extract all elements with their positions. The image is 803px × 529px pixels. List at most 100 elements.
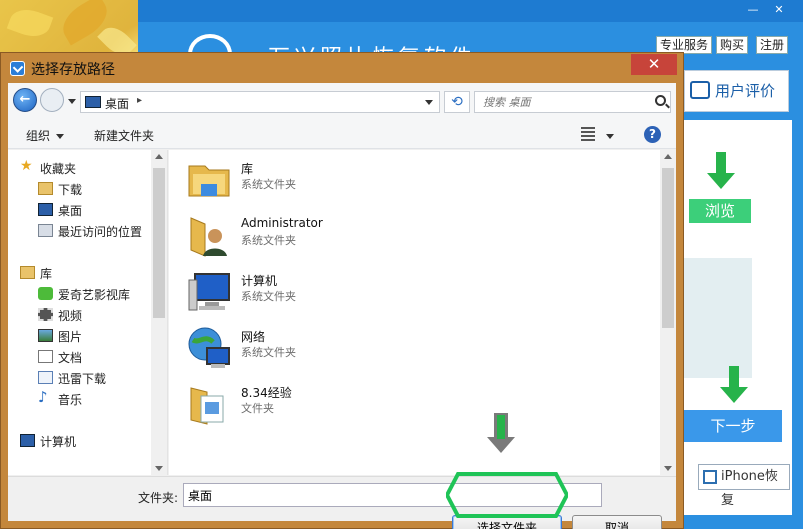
dialog-app-icon xyxy=(10,61,25,76)
file-name: 网络 xyxy=(241,330,266,344)
scroll-thumb[interactable] xyxy=(662,168,674,328)
thunder-download-icon xyxy=(38,371,53,384)
user-review-button[interactable]: 用户评价 xyxy=(684,70,789,112)
green-arrow-down-icon xyxy=(707,173,735,189)
app-titlebar: — ✕ xyxy=(138,0,803,22)
back-button[interactable]: ← xyxy=(13,88,37,112)
nav-item-label: 桌面 xyxy=(58,204,83,218)
nav-item-label: 下载 xyxy=(58,183,83,197)
desktop-icon xyxy=(38,203,53,216)
address-location[interactable]: 桌面 xyxy=(105,95,129,112)
music-note-icon: ♪ xyxy=(38,388,48,406)
command-toolbar: 组织 新建文件夹 ? xyxy=(8,121,676,149)
scroll-thumb[interactable] xyxy=(153,168,165,318)
file-name: 库 xyxy=(241,162,254,176)
network-icon xyxy=(187,326,231,370)
folder-icon xyxy=(187,382,231,426)
phone-icon xyxy=(703,470,717,484)
file-type: 系统文件夹 xyxy=(241,178,296,191)
library-folder-icon xyxy=(187,158,231,202)
scroll-down-icon[interactable] xyxy=(155,466,163,471)
annotation-arrow-shaft xyxy=(497,415,505,439)
folder-label: 文件夹: xyxy=(138,491,179,505)
app-close-button[interactable]: ✕ xyxy=(768,3,790,17)
browse-button[interactable]: 浏览 xyxy=(689,199,751,223)
chat-icon xyxy=(690,81,710,99)
list-item[interactable]: Administrator 系统文件夹 xyxy=(187,210,627,264)
register-button[interactable]: 注册 xyxy=(756,36,789,54)
nav-computer-label: 计算机 xyxy=(40,435,77,449)
nav-favorites-label: 收藏夹 xyxy=(40,162,77,176)
address-bar[interactable]: 桌面 ▸ xyxy=(80,91,440,113)
nav-libraries-label: 库 xyxy=(40,267,53,281)
dialog-titlebar[interactable]: 选择存放路径 ✕ xyxy=(1,53,683,83)
address-row: ← 桌面 ▸ ⟲ xyxy=(8,83,676,121)
file-type: 系统文件夹 xyxy=(241,290,296,303)
nav-item-label: 图片 xyxy=(58,330,83,344)
cancel-button[interactable]: 取消 xyxy=(572,515,662,529)
dialog-close-button[interactable]: ✕ xyxy=(631,54,677,75)
picture-icon xyxy=(38,329,53,342)
list-item[interactable]: 8.34经验 文件夹 xyxy=(187,378,627,432)
dialog-bottom-bar: 文件夹: 选择文件夹 取消 xyxy=(8,476,676,529)
file-list-scrollbar[interactable] xyxy=(660,150,676,475)
app-minimize-button[interactable]: — xyxy=(742,3,764,17)
file-name: 计算机 xyxy=(241,274,278,288)
computer-icon xyxy=(20,434,35,447)
search-icon[interactable] xyxy=(655,95,666,106)
star-icon: ★ xyxy=(20,158,33,174)
app-preview-area xyxy=(684,258,752,378)
address-dropdown-icon[interactable] xyxy=(425,100,433,105)
search-box[interactable] xyxy=(474,91,671,113)
nav-pane-scrollbar[interactable] xyxy=(151,150,167,475)
view-options-icon[interactable] xyxy=(581,127,599,141)
scroll-up-icon[interactable] xyxy=(664,154,672,159)
help-icon[interactable]: ? xyxy=(644,126,661,143)
organize-button[interactable]: 组织 xyxy=(26,127,65,144)
list-item[interactable]: 计算机 系统文件夹 xyxy=(187,266,627,320)
user-review-label: 用户评价 xyxy=(715,82,776,100)
library-icon xyxy=(20,266,35,279)
nav-item-label: 视频 xyxy=(58,309,83,323)
file-type: 系统文件夹 xyxy=(241,346,296,359)
search-input[interactable] xyxy=(475,92,645,112)
desktop-icon xyxy=(85,96,101,108)
select-path-dialog: 选择存放路径 ✕ ← 桌面 ▸ ⟲ 组织 新建文件夹 xyxy=(0,52,684,529)
video-icon xyxy=(38,308,53,321)
iphone-restore-button[interactable]: iPhone恢复 xyxy=(698,464,790,508)
file-name: 8.34经验 xyxy=(241,386,292,400)
nav-item-label: 音乐 xyxy=(58,393,83,407)
nav-item-label: 迅雷下载 xyxy=(58,372,107,386)
file-type: 文件夹 xyxy=(241,402,274,415)
file-list: 库 系统文件夹 Administrator 系统文件夹 计算机 系统文件夹 网络… xyxy=(169,150,676,475)
view-dropdown-icon[interactable] xyxy=(606,134,614,139)
computer-icon xyxy=(187,270,231,314)
nav-item-label: 最近访问的位置 xyxy=(58,225,143,239)
list-item[interactable]: 网络 系统文件夹 xyxy=(187,322,627,376)
next-step-button[interactable]: 下一步 xyxy=(684,410,782,442)
scroll-up-icon[interactable] xyxy=(155,154,163,159)
iqiyi-icon xyxy=(38,287,53,300)
list-item[interactable]: 库 系统文件夹 xyxy=(187,154,627,208)
organize-label: 组织 xyxy=(26,129,51,143)
forward-button[interactable] xyxy=(40,88,64,112)
document-icon xyxy=(38,350,53,363)
breadcrumb-chevron-icon[interactable]: ▸ xyxy=(137,95,142,106)
app-side-panel: 浏览 下一步 xyxy=(684,120,792,515)
recent-places-icon xyxy=(38,224,53,237)
download-folder-icon xyxy=(38,182,53,195)
recent-locations-dropdown[interactable] xyxy=(68,99,76,104)
scroll-down-icon[interactable] xyxy=(664,466,672,471)
user-folder-icon xyxy=(187,214,231,258)
dialog-client-area: ← 桌面 ▸ ⟲ 组织 新建文件夹 ? xyxy=(8,83,676,529)
green-arrow-shaft xyxy=(716,152,726,174)
dialog-title: 选择存放路径 xyxy=(31,62,115,78)
refresh-button[interactable]: ⟲ xyxy=(444,91,470,113)
new-folder-button[interactable]: 新建文件夹 xyxy=(94,127,154,144)
chevron-down-icon xyxy=(56,134,65,139)
navigation-pane: ★ 收藏夹 下载 桌面 最近访问的位置 库 爱奇艺影视库 视频 图片 文档 迅雷… xyxy=(8,150,168,475)
highlight-hexagon xyxy=(446,472,568,518)
nav-item-label: 爱奇艺影视库 xyxy=(58,288,131,302)
buy-button[interactable]: 购买 xyxy=(716,36,749,54)
annotation-arrow-down-icon xyxy=(487,437,515,453)
